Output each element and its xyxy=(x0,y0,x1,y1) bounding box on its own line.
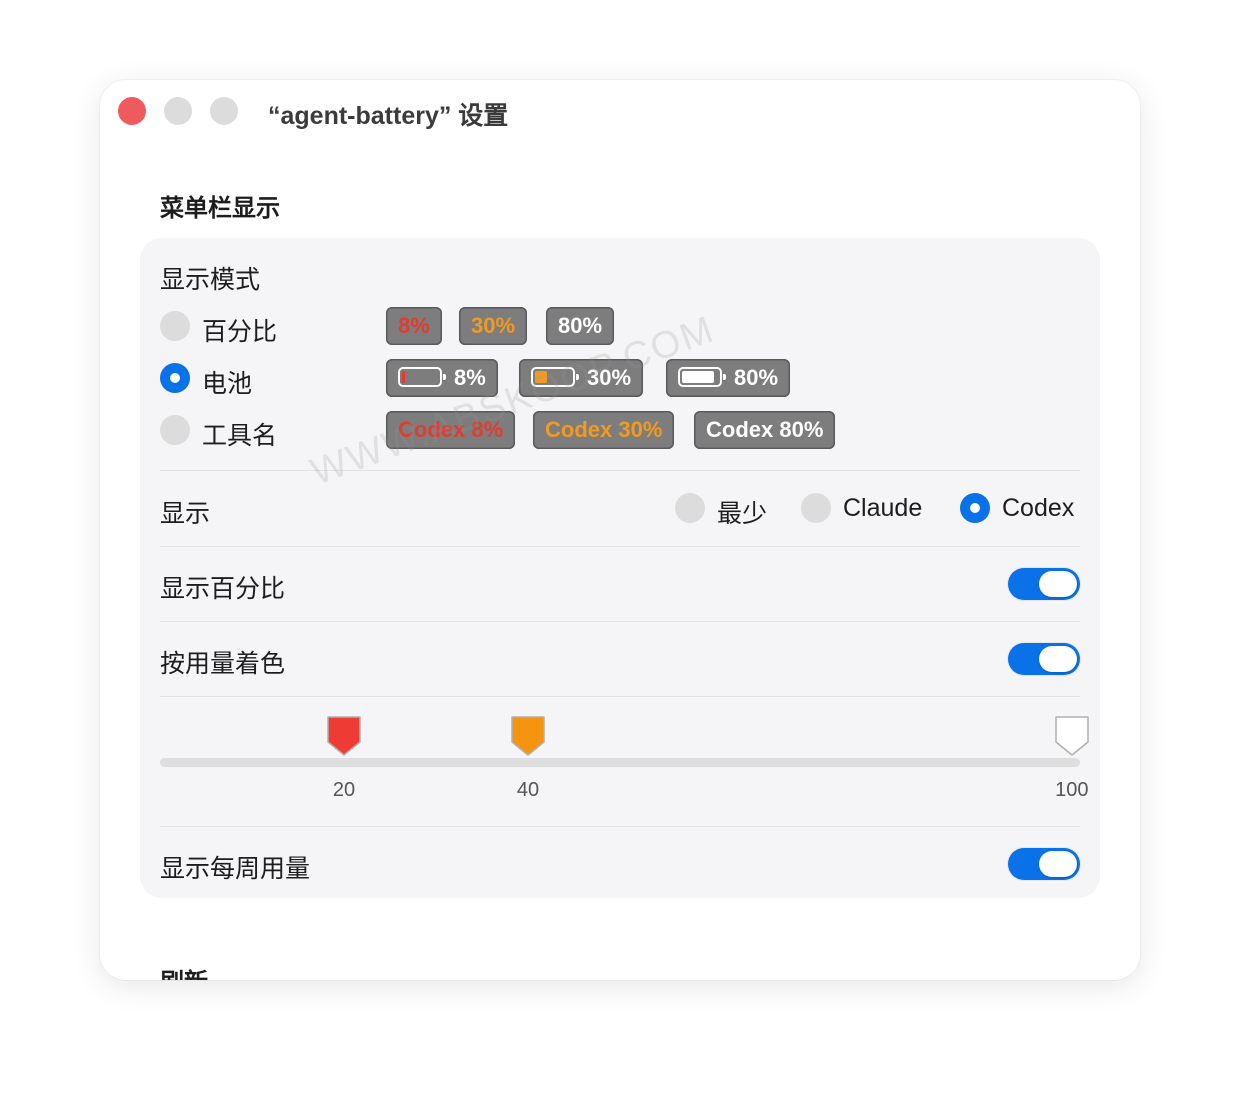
radio-display-minimal[interactable] xyxy=(675,493,705,523)
threshold-handle-orange[interactable] xyxy=(508,714,548,758)
radio-display-minimal-label: 最少 xyxy=(717,500,768,528)
preview-chip-percent-low: 8% xyxy=(386,307,442,345)
divider xyxy=(160,470,1080,471)
window-title: “agent-battery” 设置 xyxy=(268,102,509,130)
radio-percent-label: 百分比 xyxy=(202,318,278,346)
show-percent-label: 显示百分比 xyxy=(160,575,286,603)
radio-display-codex-label: Codex xyxy=(1002,494,1075,522)
color-by-usage-toggle[interactable] xyxy=(1008,643,1080,675)
threshold-handle-red[interactable] xyxy=(324,714,364,758)
display-mode-label: 显示模式 xyxy=(160,266,261,294)
radio-display-claude-label: Claude xyxy=(843,494,923,522)
threshold-handle-white[interactable] xyxy=(1052,714,1092,758)
radio-battery-label: 电池 xyxy=(202,370,253,398)
threshold-tick-label: 100 xyxy=(1055,779,1089,801)
divider xyxy=(160,621,1080,622)
battery-icon xyxy=(531,367,579,388)
minimize-button[interactable] xyxy=(164,97,192,125)
radio-tool-name-label: 工具名 xyxy=(202,422,278,450)
preview-chip-battery-mid: 30% xyxy=(519,359,644,397)
battery-chip-high-text: 80% xyxy=(734,365,779,390)
toggle-knob xyxy=(1039,646,1077,672)
toggle-knob xyxy=(1039,851,1077,877)
battery-chip-low-text: 8% xyxy=(454,365,486,390)
battery-chip-mid-text: 30% xyxy=(587,365,632,390)
close-button[interactable] xyxy=(118,97,146,125)
display-label: 显示 xyxy=(160,500,211,528)
radio-display-claude[interactable] xyxy=(801,493,831,523)
radio-battery[interactable] xyxy=(160,363,190,393)
threshold-slider-track[interactable] xyxy=(160,758,1080,767)
show-weekly-toggle[interactable] xyxy=(1008,848,1080,880)
toggle-knob xyxy=(1039,571,1077,597)
show-weekly-label: 显示每周用量 xyxy=(160,855,311,883)
preview-chip-battery-low: 8% xyxy=(386,359,498,397)
radio-percent[interactable] xyxy=(160,311,190,341)
divider xyxy=(160,696,1080,697)
preview-chip-tool-high: Codex 80% xyxy=(694,411,836,449)
title-bar: “agent-battery” 设置 xyxy=(100,80,1140,144)
preview-chip-battery-high: 80% xyxy=(666,359,791,397)
color-by-usage-label: 按用量着色 xyxy=(160,650,286,678)
radio-display-codex[interactable] xyxy=(960,493,990,523)
divider xyxy=(160,546,1080,547)
section-title-refresh: 刷新 xyxy=(160,962,208,980)
threshold-tick-label: 20 xyxy=(332,779,356,801)
section-title-menubar: 菜单栏显示 xyxy=(160,195,280,222)
zoom-button[interactable] xyxy=(210,97,238,125)
radio-tool-name[interactable] xyxy=(160,415,190,445)
preview-chip-percent-high: 80% xyxy=(546,307,615,345)
preview-chip-tool-mid: Codex 30% xyxy=(533,411,675,449)
preview-chip-percent-mid: 30% xyxy=(459,307,528,345)
settings-window: “agent-battery” 设置 菜单栏显示 显示模式 百分比 8% 30%… xyxy=(100,80,1140,980)
battery-icon xyxy=(678,367,726,388)
battery-icon xyxy=(398,367,446,388)
threshold-tick-label: 40 xyxy=(516,779,540,801)
preview-chip-tool-low: Codex 8% xyxy=(386,411,516,449)
show-percent-toggle[interactable] xyxy=(1008,568,1080,600)
divider xyxy=(160,826,1080,827)
menubar-settings-card: 显示模式 百分比 8% 30% 80% 电池 8% 30% 80% 工具名 Co… xyxy=(140,238,1100,898)
